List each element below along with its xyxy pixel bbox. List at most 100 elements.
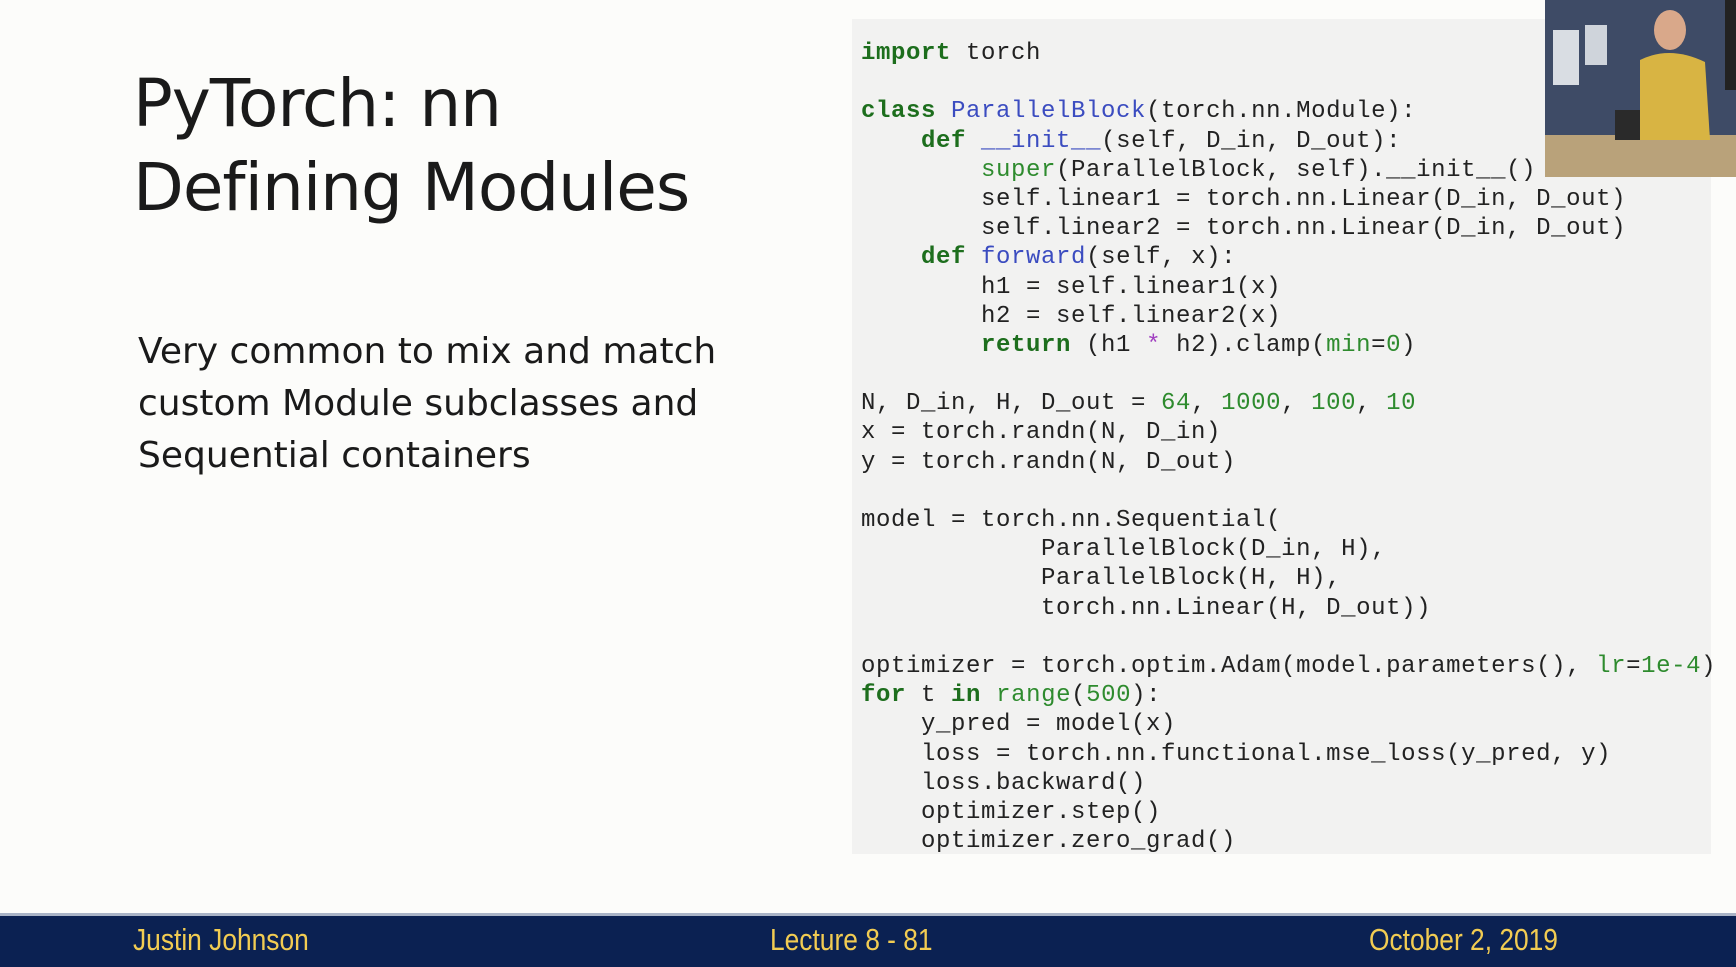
- code-line: self.linear1 = torch.nn.Linear(D_in, D_o…: [861, 185, 1716, 214]
- code-token: x = torch.randn(N, D_in): [861, 419, 1222, 447]
- code-line: h2 = self.linear2(x): [861, 302, 1716, 331]
- code-token: ):: [1131, 682, 1162, 710]
- code-token: =: [1626, 652, 1642, 680]
- speaker-video-icon: [1545, 0, 1736, 177]
- code-token: (ParallelBlock, self).__init__(): [1056, 156, 1537, 184]
- code-line: loss.backward(): [861, 769, 1716, 798]
- slide-body: Very common to mix and match custom Modu…: [138, 326, 758, 482]
- footer-lecture: Lecture 8 - 81: [770, 922, 933, 957]
- code-token: min: [1326, 331, 1372, 359]
- code-token: lr: [1596, 652, 1627, 680]
- title-line-1: PyTorch: nn: [133, 65, 502, 142]
- code-token: super: [981, 156, 1057, 184]
- code-line: N, D_in, H, D_out = 64, 1000, 100, 10: [861, 389, 1716, 418]
- code-line: y_pred = model(x): [861, 710, 1716, 739]
- code-token: ): [1401, 331, 1417, 359]
- code-token: model = torch.nn.Sequential(: [861, 507, 1282, 534]
- code-line: optimizer.zero_grad(): [861, 827, 1716, 856]
- code-token: ParallelBlock: [951, 98, 1147, 126]
- code-token: for: [861, 682, 907, 710]
- code-line: ParallelBlock(D_in, H),: [861, 535, 1716, 564]
- code-token: range: [996, 682, 1072, 710]
- code-token: (self, D_in, D_out):: [1101, 127, 1402, 155]
- body-line: custom Module subclasses and: [138, 383, 699, 424]
- code-line: for t in range(500):: [861, 681, 1716, 710]
- code-token: in: [951, 682, 982, 710]
- footer-author: Justin Johnson: [133, 922, 309, 957]
- code-token: (: [1071, 682, 1087, 710]
- code-token: N, D_in, H, D_out =: [861, 390, 1162, 418]
- code-token: 64: [1161, 390, 1192, 418]
- code-token: loss.backward(): [861, 769, 1147, 797]
- code-token: h2 = self.linear2(x): [861, 302, 1282, 330]
- code-line: loss = torch.nn.functional.mse_loss(y_pr…: [861, 740, 1716, 769]
- code-token: optimizer.step(): [861, 798, 1162, 826]
- code-token: ,: [1281, 390, 1312, 418]
- code-token: ,: [1356, 390, 1387, 418]
- code-token: t: [906, 682, 952, 710]
- code-token: 1e-4: [1641, 652, 1702, 680]
- code-token: 500: [1086, 682, 1132, 710]
- code-token: forward: [981, 244, 1087, 272]
- body-line: Very common to mix and match: [138, 331, 717, 372]
- title-line-2: Defining Modules: [133, 149, 690, 226]
- code-token: y_pred = model(x): [861, 711, 1177, 739]
- code-token: torch: [951, 40, 1042, 67]
- code-line: x = torch.randn(N, D_in): [861, 418, 1716, 447]
- code-token: ParallelBlock(D_in, H),: [861, 536, 1387, 564]
- slide-title: PyTorch: nn Defining Modules: [133, 62, 690, 230]
- code-line: optimizer.step(): [861, 798, 1716, 827]
- footer-bar: Justin Johnson Lecture 8 - 81 October 2,…: [0, 913, 1736, 967]
- webcam-inset: [1545, 0, 1736, 177]
- code-token: 1000: [1221, 390, 1282, 418]
- code-token: def: [921, 244, 967, 272]
- code-token: (h1: [1071, 331, 1147, 359]
- code-token: __init__: [981, 127, 1102, 155]
- code-line: def forward(self, x):: [861, 243, 1716, 272]
- code-line: self.linear2 = torch.nn.Linear(D_in, D_o…: [861, 214, 1716, 243]
- code-token: (torch.nn.Module):: [1146, 98, 1417, 126]
- code-token: optimizer = torch.optim.Adam(model.param…: [861, 652, 1597, 680]
- code-line: model = torch.nn.Sequential(: [861, 506, 1716, 535]
- code-token: 0: [1386, 331, 1402, 359]
- code-token: h1 = self.linear1(x): [861, 273, 1282, 301]
- code-token: 100: [1311, 390, 1357, 418]
- code-token: def: [921, 127, 967, 155]
- body-line: Sequential containers: [138, 435, 531, 476]
- code-line: return (h1 * h2).clamp(min=0): [861, 331, 1716, 360]
- code-token: ,: [1191, 390, 1222, 418]
- code-token: 10: [1386, 390, 1417, 418]
- code-line: h1 = self.linear1(x): [861, 273, 1716, 302]
- code-token: (self, x):: [1086, 244, 1237, 272]
- code-token: =: [1371, 331, 1387, 359]
- code-token: return: [981, 331, 1072, 359]
- code-line: torch.nn.Linear(H, D_out)): [861, 594, 1716, 623]
- code-token: class: [861, 98, 937, 126]
- code-line: optimizer = torch.optim.Adam(model.param…: [861, 652, 1716, 681]
- code-line: y = torch.randn(N, D_out): [861, 448, 1716, 477]
- code-token: *: [1146, 331, 1162, 359]
- code-token: self.linear1 = torch.nn.Linear(D_in, D_o…: [861, 185, 1627, 213]
- code-token: loss = torch.nn.functional.mse_loss(y_pr…: [861, 740, 1612, 768]
- code-token: torch.nn.Linear(H, D_out)): [861, 594, 1432, 622]
- code-token: import: [861, 40, 952, 67]
- code-token: h2).clamp(: [1161, 331, 1327, 359]
- code-token: optimizer.zero_grad(): [861, 828, 1237, 856]
- code-token: ): [1701, 652, 1717, 680]
- code-token: self.linear2 = torch.nn.Linear(D_in, D_o…: [861, 215, 1627, 243]
- code-token: ParallelBlock(H, H),: [861, 565, 1342, 593]
- footer-date: October 2, 2019: [1369, 922, 1558, 957]
- code-line: ParallelBlock(H, H),: [861, 564, 1716, 593]
- code-token: y = torch.randn(N, D_out): [861, 448, 1237, 476]
